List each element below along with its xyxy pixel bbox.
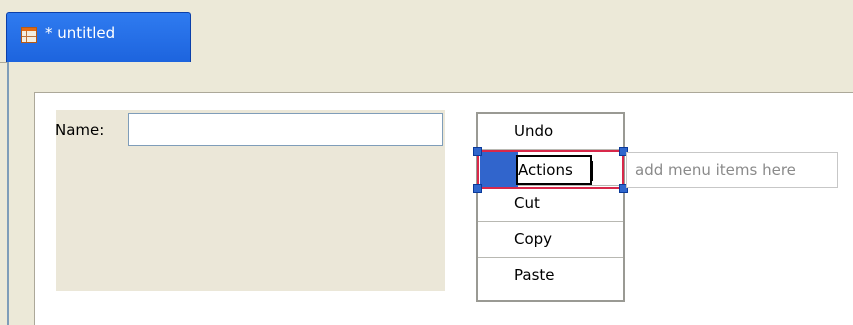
tab-title: * untitled <box>45 24 116 42</box>
menu-item-cut[interactable]: Cut <box>478 186 623 222</box>
selection-highlight <box>480 152 518 188</box>
menu-item-label: Paste <box>514 266 555 284</box>
tab-untitled[interactable]: * untitled <box>6 12 191 62</box>
menu-item-label: Undo <box>514 122 554 140</box>
menu-item-edit-box[interactable]: Actions <box>516 155 593 185</box>
menu-item-paste[interactable]: Paste <box>478 258 623 294</box>
form-designer-icon <box>21 27 37 43</box>
menu-item-label: Cut <box>514 194 540 212</box>
resize-handle-top-left[interactable] <box>473 147 482 156</box>
resize-handle-bottom-left[interactable] <box>473 184 482 193</box>
menu-item-undo[interactable]: Undo <box>478 114 623 150</box>
add-menu-item-hint: add menu items here <box>635 161 796 179</box>
editor-tab-strip: * untitled <box>0 0 853 63</box>
text-caret <box>592 161 593 181</box>
menu-item-label: Copy <box>514 230 553 248</box>
popup-menu[interactable]: Undo Cut Copy Paste <box>476 112 625 302</box>
menu-item-copy[interactable]: Copy <box>478 222 623 258</box>
menu-item-edit-text: Actions <box>518 161 573 179</box>
name-label: Name: <box>55 121 105 139</box>
name-field[interactable] <box>128 113 443 146</box>
add-menu-item-placeholder[interactable]: add menu items here <box>626 152 838 188</box>
